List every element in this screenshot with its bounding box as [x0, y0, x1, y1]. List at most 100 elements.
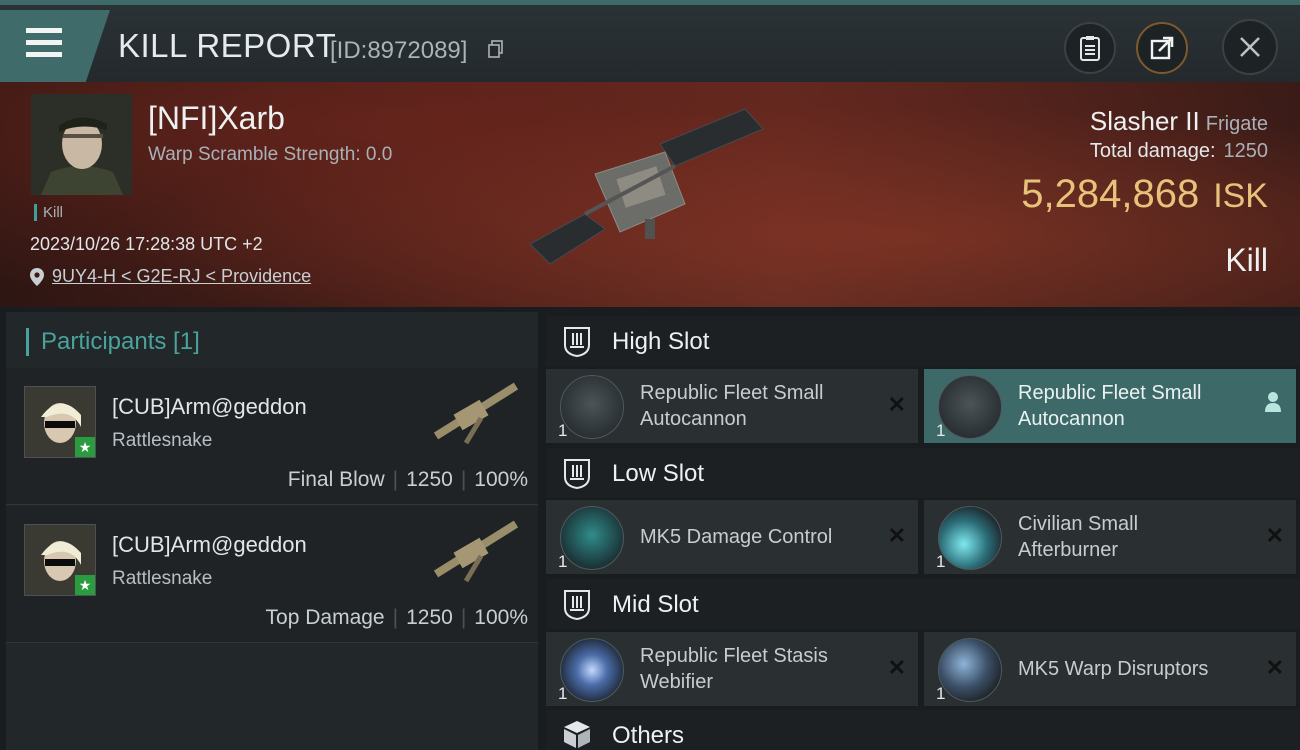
isk-unit: ISK: [1213, 177, 1268, 215]
participant-ship-image: [433, 382, 519, 445]
participant-name[interactable]: [CUB]Arm@geddon: [112, 532, 307, 558]
autocannon-icon: [938, 375, 1002, 439]
autocannon-icon: [560, 375, 624, 439]
copy-icon[interactable]: [488, 40, 504, 58]
title-bar: KILL REPORT [ID:8972089]: [0, 0, 1300, 82]
victim-avatar-image: [31, 94, 132, 195]
stasis-webifier-icon: [560, 638, 624, 702]
destroyed-x-icon: ✕: [887, 392, 906, 417]
kill-tag: Kill: [34, 204, 63, 221]
module-quantity: 1: [558, 421, 568, 440]
clipboard-icon: [1080, 36, 1100, 61]
victim-ship-render: [529, 108, 764, 265]
isk-value: 5,284,868 ISK: [1021, 172, 1268, 217]
module-item[interactable]: 1 MK5 Warp Disruptors ✕: [924, 632, 1296, 706]
total-damage: Total damage: 1250: [1090, 140, 1268, 163]
participant-stats: Final Blow | 1250 | 100%: [287, 468, 528, 491]
ship-name[interactable]: Slasher II: [1090, 106, 1200, 136]
module-item[interactable]: 1 Republic Fleet Stasis Webifier ✕: [546, 632, 918, 706]
module-name-line1: Republic Fleet Small: [640, 382, 824, 404]
close-button[interactable]: [1222, 19, 1278, 75]
participant-role: Final Blow: [287, 468, 385, 491]
module-item[interactable]: 1 Republic Fleet Small Autocannon: [924, 369, 1296, 443]
destroyed-x-icon: ✕: [887, 655, 906, 680]
damage-control-icon: [560, 506, 624, 570]
total-damage-label: Total damage:: [1089, 140, 1216, 162]
participant-damage: 1250: [406, 468, 453, 491]
participant-avatar[interactable]: ★: [24, 524, 96, 596]
close-icon: [1240, 37, 1260, 57]
share-icon: [1150, 36, 1174, 60]
module-name-line2: Autocannon: [1018, 408, 1125, 430]
participant-role: Top Damage: [265, 606, 385, 629]
location-link[interactable]: 9UY4-H < G2E-RJ < Providence: [52, 266, 311, 286]
participant-name[interactable]: [CUB]Arm@geddon: [112, 394, 307, 420]
others-header: Others: [546, 710, 1300, 750]
module-quantity: 1: [558, 684, 568, 703]
high-slot-icon: [564, 327, 590, 357]
module-name: Republic Fleet Small Autocannon: [1018, 380, 1201, 432]
module-name-line1: MK5 Damage Control: [640, 526, 833, 548]
module-quantity: 1: [936, 684, 946, 703]
module-name-line2: Webifier: [640, 671, 713, 693]
module-name-line2: Afterburner: [1018, 539, 1119, 561]
module-item[interactable]: 1 Republic Fleet Small Autocannon ✕: [546, 369, 918, 443]
destroyed-x-icon: ✕: [887, 523, 906, 548]
afterburner-icon: [938, 506, 1002, 570]
ship-class: Frigate: [1205, 113, 1268, 135]
participant-percent: 100%: [474, 606, 528, 629]
participant-avatar[interactable]: ★: [24, 386, 96, 458]
module-item[interactable]: 1 Civilian Small Afterburner ✕: [924, 500, 1296, 574]
module-name: MK5 Damage Control: [640, 524, 832, 550]
report-id: [ID:8972089]: [330, 37, 468, 64]
low-slot-icon: [564, 459, 590, 489]
module-name: Republic Fleet Small Autocannon: [640, 380, 823, 432]
star-badge-icon: ★: [75, 575, 95, 595]
module-name: MK5 Warp Disruptors: [1018, 656, 1208, 682]
module-name-line2: Autocannon: [640, 408, 747, 430]
pin-icon: [30, 268, 44, 286]
mid-slot-title: Mid Slot: [612, 591, 699, 618]
high-slot-header: High Slot: [546, 316, 1300, 366]
module-name: Civilian Small Afterburner: [1018, 511, 1138, 563]
participants-panel: Participants [1] ★ [CUB]Arm@geddon Rattl…: [6, 312, 538, 750]
destroyed-x-icon: ✕: [1265, 655, 1284, 680]
participant-row[interactable]: ★ [CUB]Arm@geddon Rattlesnake Final Blow…: [6, 368, 538, 505]
person-icon: [1265, 392, 1281, 412]
victim-ship-name: Slasher II Frigate: [1090, 106, 1268, 137]
mid-slot-header: Mid Slot: [546, 579, 1300, 629]
cargo-icon: [564, 721, 590, 748]
star-badge-icon: ★: [75, 437, 95, 457]
mid-slot-icon: [564, 590, 590, 620]
kill-type: Kill: [1225, 242, 1268, 278]
module-name: Republic Fleet Stasis Webifier: [640, 643, 828, 695]
menu-icon: [26, 28, 62, 64]
warp-scramble-strength: Warp Scramble Strength: 0.0: [148, 144, 393, 165]
clipboard-button[interactable]: [1064, 22, 1116, 74]
module-name-line1: Republic Fleet Small: [1018, 382, 1202, 404]
participants-header: Participants [1]: [26, 328, 200, 356]
participant-ship-image: [433, 520, 519, 583]
participant-ship: Rattlesnake: [112, 568, 213, 589]
module-name-line1: MK5 Warp Disruptors: [1018, 658, 1209, 680]
share-button[interactable]: [1136, 22, 1188, 74]
participant-stats: Top Damage | 1250 | 100%: [265, 606, 528, 629]
module-name-line1: Republic Fleet Stasis: [640, 645, 828, 667]
high-slot-title: High Slot: [612, 328, 710, 355]
total-damage-value: 1250: [1223, 140, 1269, 162]
module-quantity: 1: [558, 552, 568, 571]
participant-damage: 1250: [406, 606, 453, 629]
victim-portrait[interactable]: [31, 94, 132, 195]
module-name-line1: Civilian Small: [1018, 513, 1139, 535]
victim-name[interactable]: [NFI]Xarb: [148, 100, 285, 137]
kill-location[interactable]: 9UY4-H < G2E-RJ < Providence: [30, 266, 311, 287]
page-title: KILL REPORT: [118, 27, 337, 64]
module-item[interactable]: 1 MK5 Damage Control ✕: [546, 500, 918, 574]
kill-time: 2023/10/26 17:28:38 UTC +2: [30, 234, 263, 254]
low-slot-header: Low Slot: [546, 448, 1300, 498]
kill-banner: [NFI]Xarb Warp Scramble Strength: 0.0 Ki…: [0, 82, 1300, 307]
participant-row[interactable]: ★ [CUB]Arm@geddon Rattlesnake Top Damage…: [6, 506, 538, 643]
isk-amount: 5,284,868: [1021, 172, 1200, 216]
destroyed-x-icon: ✕: [1265, 523, 1284, 548]
menu-button[interactable]: [0, 10, 110, 82]
